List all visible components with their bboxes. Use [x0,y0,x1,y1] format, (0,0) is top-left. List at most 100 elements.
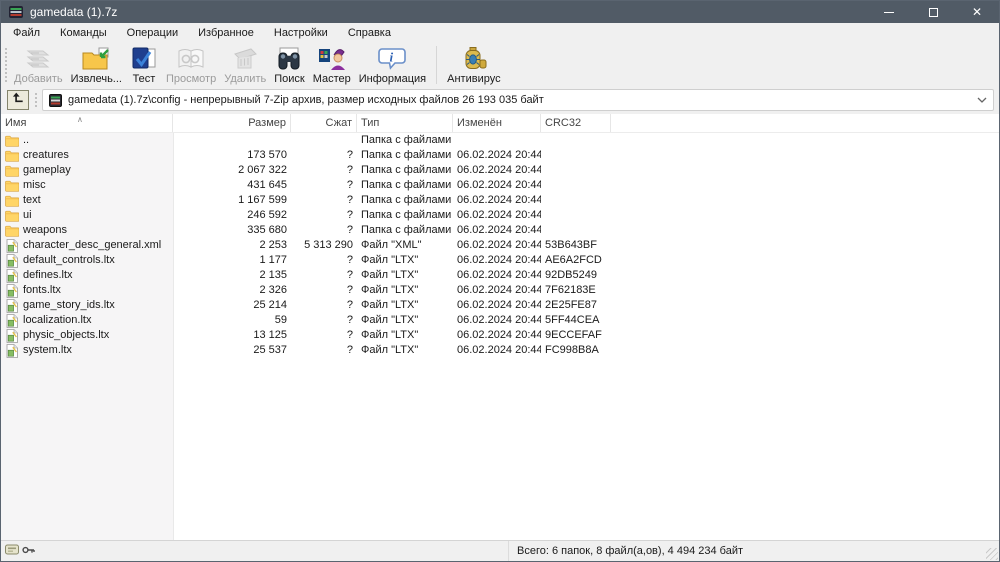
table-row[interactable]: fonts.ltx 2 326? Файл "LTX" 06.02.2024 20:4… [1,283,999,298]
menu-operations[interactable]: Операции [117,25,188,41]
cell-crc32: 92DB5249 [545,269,597,281]
cell-name: creatures [1,148,173,163]
svg-text:i: i [390,50,394,65]
cell-name: system.ltx [1,343,173,358]
maximize-button[interactable] [911,1,955,23]
minimize-button[interactable] [867,1,911,23]
table-row[interactable]: character_desc_general.xml 2 253 5 313 290… [1,238,999,253]
wizard-icon [317,45,347,73]
cell-crc32: AE6A2FCD [545,254,602,266]
cell-type: Папка с файлами [361,209,452,221]
file-icon [5,253,19,268]
cell-size: 2 253 [259,239,287,251]
table-row[interactable]: localization.ltx 59? Файл "LTX" 06.02.2024 … [1,313,999,328]
search-button[interactable]: Поиск [270,44,308,88]
chevron-down-icon[interactable] [977,97,987,103]
address-bar: gamedata (1).7z\config - непрерывный 7-Z… [1,88,999,114]
antivirus-label: Антивирус [447,73,501,85]
extract-button[interactable]: Извлечь... [67,44,126,88]
close-button[interactable]: ✕ [955,1,999,23]
toolbar-grip[interactable] [3,46,9,84]
window-title: gamedata (1).7z [30,5,118,19]
table-row[interactable]: game_story_ids.ltx 25 214? Файл "LTX" 06.02… [1,298,999,313]
test-label: Тест [132,73,156,85]
column-header-type[interactable]: Тип [357,114,453,132]
cell-name: defines.ltx [1,268,173,283]
table-row[interactable]: ui 246 592? Папка с файлами 06.02.2024 20:4… [1,208,999,223]
cell-packed: ? [346,209,353,221]
file-table-body: .. Папка с файлами creatures 173 570? Папка … [1,133,999,358]
table-row[interactable]: physic_objects.ltx 13 125? Файл "LTX" 06.02… [1,328,999,343]
table-row[interactable]: creatures 173 570? Папка с файлами 06.02.20… [1,148,999,163]
table-row[interactable]: system.ltx 25 537? Файл "LTX" 06.02.2024 20… [1,343,999,358]
folder-icon [5,195,19,207]
cell-modified: 06.02.2024 20:44 [457,314,541,326]
table-row[interactable]: .. Папка с файлами [1,133,999,148]
cell-packed: ? [346,224,353,236]
add-button[interactable]: Добавить [10,44,67,88]
table-row[interactable]: text 1 167 599? Папка с файлами 06.02.2024 … [1,193,999,208]
up-one-level-button[interactable] [7,90,29,110]
cell-type: Папка с файлами [361,194,452,206]
info-button[interactable]: i Информация [355,44,430,88]
resize-grip-handle[interactable] [986,548,998,560]
cell-modified: 06.02.2024 20:44 [457,194,541,206]
folder-icon [5,180,19,192]
address-combobox[interactable]: gamedata (1).7z\config - непрерывный 7-Z… [42,89,994,111]
delete-button[interactable]: Удалить [220,44,270,88]
menu-help[interactable]: Справка [338,25,401,41]
menu-bar: Файл Команды Операции Избранное Настройк… [1,23,999,42]
cell-packed: ? [346,344,353,356]
close-icon: ✕ [971,5,983,19]
cell-name: character_desc_general.xml [1,238,173,253]
cell-name: gameplay [1,163,173,178]
table-header: Имя ∧ Размер Сжат Тип Изменён CRC32 [1,114,999,133]
menu-commands[interactable]: Команды [50,25,117,41]
delete-icon [231,45,259,73]
cell-type: Файл "LTX" [361,344,419,356]
antivirus-button[interactable]: Антивирус [443,44,504,88]
search-label: Поиск [274,73,305,85]
view-label: Просмотр [165,73,217,85]
view-icon [176,45,206,73]
cell-name: localization.ltx [1,313,173,328]
file-icon [5,313,19,328]
cell-size: 2 326 [259,284,287,296]
wizard-label: Мастер [312,73,351,85]
toolbar: Добавить Извлечь... Тест Просмотр Удалит… [1,42,999,88]
test-button[interactable]: Тест [126,44,162,88]
cell-packed: ? [346,179,353,191]
table-row[interactable]: misc 431 645? Папка с файлами 06.02.2024 20… [1,178,999,193]
column-header-name[interactable]: Имя ∧ [1,114,173,132]
cell-packed: ? [346,254,353,266]
table-row[interactable]: defines.ltx 2 135? Файл "LTX" 06.02.2024 20… [1,268,999,283]
menu-favorites[interactable]: Избранное [188,25,264,41]
file-icon [5,328,19,343]
cell-modified: 06.02.2024 20:44 [457,224,541,236]
folder-icon [5,225,19,237]
column-header-packed[interactable]: Сжат [291,114,357,132]
column-header-size[interactable]: Размер [173,114,291,132]
cell-crc32: 53B643BF [545,239,597,251]
file-icon [5,343,19,358]
status-left-pane [1,541,509,561]
table-row[interactable]: weapons 335 680? Папка с файлами 06.02.2024… [1,223,999,238]
table-row[interactable]: default_controls.ltx 1 177? Файл "LTX" 06.0… [1,253,999,268]
cell-packed: ? [346,194,353,206]
cell-modified: 06.02.2024 20:44 [457,329,541,341]
cell-packed: ? [346,329,353,341]
cell-packed: ? [346,299,353,311]
address-grip[interactable] [33,91,38,109]
column-header-crc32[interactable]: CRC32 [541,114,611,132]
menu-file[interactable]: Файл [3,25,50,41]
menu-settings[interactable]: Настройки [264,25,338,41]
extract-label: Извлечь... [70,73,122,85]
file-icon [5,268,19,283]
view-button[interactable]: Просмотр [162,44,220,88]
wizard-button[interactable]: Мастер [309,44,355,88]
cell-type: Файл "LTX" [361,284,419,296]
column-header-modified[interactable]: Изменён [453,114,541,132]
table-row[interactable]: gameplay 2 067 322? Папка с файлами 06.02.2… [1,163,999,178]
cell-type: Файл "LTX" [361,299,419,311]
cell-size: 2 067 322 [238,164,287,176]
